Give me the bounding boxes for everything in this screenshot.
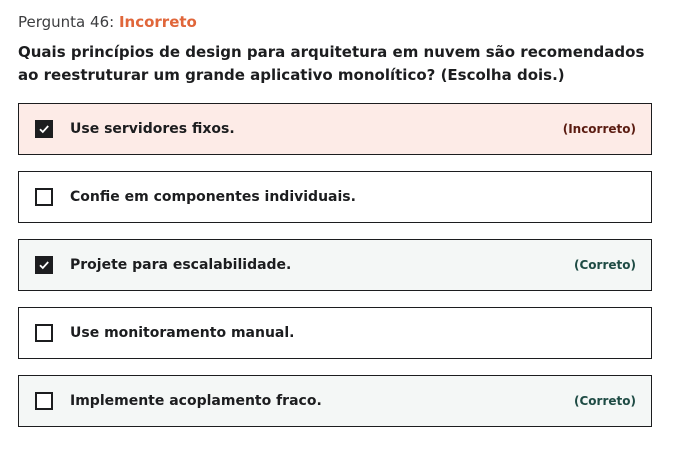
answer-verdict: (Correto) xyxy=(574,258,636,272)
answer-option-5[interactable]: Implemente acoplamento fraco. (Correto) xyxy=(18,375,652,427)
question-number: Pergunta 46: xyxy=(18,13,115,31)
question-status: Incorreto xyxy=(118,13,197,31)
checkbox-checked-icon[interactable] xyxy=(35,256,53,274)
answer-option-4[interactable]: Use monitoramento manual. xyxy=(18,307,652,359)
answer-option-label: Implemente acoplamento fraco. xyxy=(70,393,322,409)
checkbox-checked-icon[interactable] xyxy=(35,120,53,138)
answer-verdict: (Correto) xyxy=(574,394,636,408)
answer-option-label: Use servidores fixos. xyxy=(70,121,235,137)
question-text: Quais princípios de design para arquitet… xyxy=(18,43,645,84)
answer-option-3[interactable]: Projete para escalabilidade. (Correto) xyxy=(18,239,652,291)
checkbox-unchecked-icon[interactable] xyxy=(35,188,53,206)
answer-option-1[interactable]: Use servidores fixos. (Incorreto) xyxy=(18,103,652,155)
checkbox-unchecked-icon[interactable] xyxy=(35,392,53,410)
answer-option-label: Confie em componentes individuais. xyxy=(70,189,356,205)
answer-option-2[interactable]: Confie em componentes individuais. xyxy=(18,171,652,223)
question-header: Pergunta 46: Incorreto xyxy=(18,12,652,32)
checkbox-unchecked-icon[interactable] xyxy=(35,324,53,342)
answer-option-label: Projete para escalabilidade. xyxy=(70,257,292,273)
answer-verdict: (Incorreto) xyxy=(562,122,636,136)
answer-option-label: Use monitoramento manual. xyxy=(70,325,295,341)
answer-options: Use servidores fixos. (Incorreto) Confie… xyxy=(18,103,652,427)
quiz-question-panel: Pergunta 46: Incorreto Quais princípios … xyxy=(18,12,652,443)
